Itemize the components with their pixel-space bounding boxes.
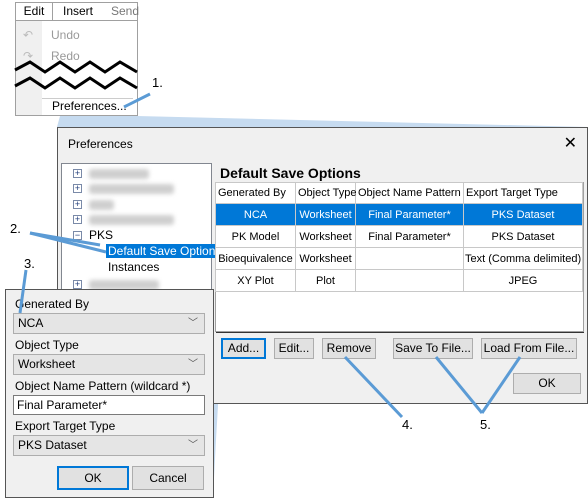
callout-5: 5. [480, 417, 491, 432]
tree-item-instances[interactable]: Instances [108, 260, 159, 274]
table-row[interactable]: NCA Worksheet Final Parameter* PKS Dataset [215, 203, 583, 226]
save-options-table: Generated By Object Type Object Name Patte… [215, 182, 583, 292]
export-target-label: Export Target Type [15, 419, 116, 433]
edit-cancel-button[interactable]: Cancel [132, 466, 204, 490]
edit-ok-button[interactable]: OK [57, 466, 129, 490]
table-cell: PK Model [215, 225, 296, 248]
table-cell: Text (Comma delimited) [463, 247, 583, 270]
expand-icon[interactable]: + [73, 280, 82, 289]
callout-2: 2. [10, 221, 21, 236]
table-cell: Worksheet [295, 247, 356, 270]
tree-item-pks[interactable]: PKS [89, 228, 113, 242]
chevron-down-icon: ﹀ [188, 440, 198, 451]
table-cell: Worksheet [295, 225, 356, 248]
table-cell: NCA [215, 203, 296, 226]
load-from-file-button[interactable]: Load From File... [481, 338, 577, 359]
expand-icon[interactable]: + [73, 215, 82, 224]
table-cell: Final Parameter* [355, 225, 464, 248]
edit-button[interactable]: Edit... [274, 338, 314, 359]
object-type-value: Worksheet [18, 357, 76, 371]
edit-save-option-dialog: Generated By NCA ﹀ Object Type Worksheet ﹀… [5, 289, 214, 498]
expand-icon[interactable]: + [73, 169, 82, 178]
table-cell [355, 247, 464, 270]
expand-icon[interactable]: + [73, 184, 82, 193]
table-cell [355, 269, 464, 292]
collapse-icon[interactable]: − [73, 231, 82, 240]
generated-by-label: Generated By [15, 297, 90, 311]
chevron-down-icon: ﹀ [188, 318, 198, 329]
column-header[interactable]: Generated By [215, 182, 296, 204]
column-header[interactable]: Object Name Pattern [355, 182, 464, 204]
add-button[interactable]: Add... [221, 338, 266, 359]
column-header[interactable]: Object Type [295, 182, 357, 204]
ok-button[interactable]: OK [513, 373, 581, 394]
column-header[interactable]: Export Target Type [463, 182, 583, 204]
table-cell: PKS Dataset [463, 203, 583, 226]
export-target-select[interactable]: PKS Dataset ﹀ [13, 435, 205, 456]
table-cell: Bioequivalence [215, 247, 296, 270]
table-cell: PKS Dataset [463, 225, 583, 248]
generated-by-select[interactable]: NCA ﹀ [13, 313, 205, 334]
table-cell: Worksheet [295, 203, 356, 226]
pattern-input[interactable]: Final Parameter* [13, 395, 205, 415]
chevron-down-icon: ﹀ [188, 359, 198, 370]
remove-button[interactable]: Remove [322, 338, 376, 359]
dialog-title: Preferences [68, 137, 133, 151]
callout-3: 3. [24, 256, 35, 271]
save-to-file-button[interactable]: Save To File... [393, 338, 473, 359]
table-cell: XY Plot [215, 269, 296, 292]
pattern-label: Object Name Pattern (wildcard *) [15, 379, 191, 393]
callout-4: 4. [402, 417, 413, 432]
table-cell: Plot [295, 269, 356, 292]
table-row[interactable]: PK Model Worksheet Final Parameter* PKS Dat… [215, 225, 583, 248]
table-row[interactable]: Bioequivalence Worksheet Text (Comma delim… [215, 247, 583, 270]
table-cell: Final Parameter* [355, 203, 464, 226]
export-target-value: PKS Dataset [18, 438, 87, 452]
table-cell: JPEG [463, 269, 583, 292]
expand-icon[interactable]: + [73, 200, 82, 209]
table-row[interactable]: XY Plot Plot JPEG [215, 269, 583, 292]
object-type-select[interactable]: Worksheet ﹀ [13, 354, 205, 375]
object-type-label: Object Type [15, 338, 79, 352]
generated-by-value: NCA [18, 316, 44, 330]
callout-1: 1. [152, 75, 163, 90]
tree-item-default-save-options[interactable]: Default Save Options [106, 244, 224, 258]
